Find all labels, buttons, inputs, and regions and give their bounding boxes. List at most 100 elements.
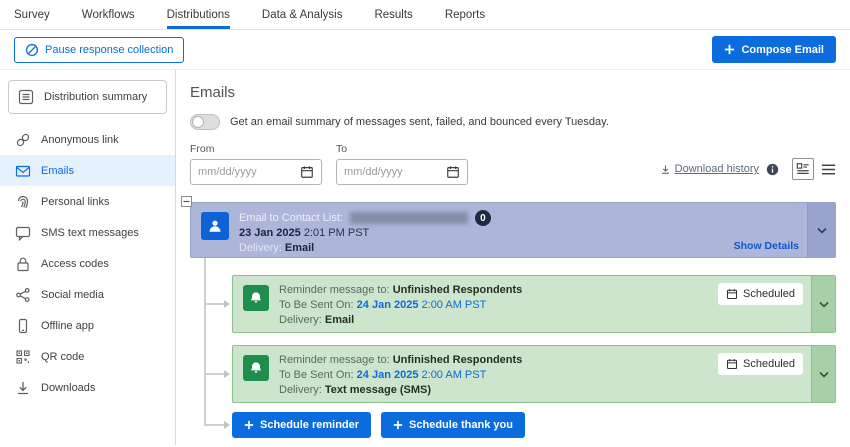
tree-branch-arrow <box>224 300 230 308</box>
sent-on-time: 2:00 AM PST <box>422 369 487 381</box>
detail-view-toggle[interactable] <box>792 158 814 180</box>
email-sent-date: 23 Jan 2025 <box>239 227 301 239</box>
tree-branch-line <box>204 424 225 426</box>
schedule-reminder-button[interactable]: Schedule reminder <box>232 412 371 438</box>
lock-icon <box>15 256 31 272</box>
sidebar-item-label: Social media <box>41 289 104 301</box>
tab-reports[interactable]: Reports <box>445 0 485 29</box>
delivery-label: Delivery: <box>239 242 282 254</box>
fingerprint-icon <box>15 194 31 210</box>
tab-data-analysis[interactable]: Data & Analysis <box>262 0 343 29</box>
speech-bubble-icon <box>15 225 31 241</box>
sidebar-item-access-codes[interactable]: Access codes <box>0 248 175 279</box>
sidebar-item-qr-code[interactable]: QR code <box>0 341 175 372</box>
delivery-value: Text message (SMS) <box>325 384 431 396</box>
pause-response-collection-button[interactable]: Pause response collection <box>14 37 184 63</box>
to-date-input[interactable] <box>344 166 446 178</box>
sidebar-item-label: Personal links <box>41 196 109 208</box>
toolbar: Pause response collection Compose Email <box>0 30 850 70</box>
sent-on-date: 24 Jan 2025 <box>357 369 419 381</box>
link-icon <box>15 132 31 148</box>
collapse-tree-icon[interactable] <box>181 196 192 210</box>
reminder-bell-icon <box>243 355 269 381</box>
calendar-icon <box>726 358 738 370</box>
email-card-parent[interactable]: Email to Contact List: 0 23 Jan 2025 2:0… <box>190 202 836 258</box>
sidebar-item-label: QR code <box>41 351 84 363</box>
reminder-to-label: Reminder message to: <box>279 354 390 366</box>
ban-icon <box>25 43 39 57</box>
reminder-to-label: Reminder message to: <box>279 284 390 296</box>
sidebar-item-sms[interactable]: SMS text messages <box>0 217 175 248</box>
count-badge: 0 <box>475 210 491 226</box>
sidebar-item-label: Offline app <box>41 320 94 332</box>
summary-icon <box>18 89 34 105</box>
sent-on-label: To Be Sent On: <box>279 369 354 381</box>
expand-card-chevron[interactable] <box>807 203 835 257</box>
expand-card-chevron[interactable] <box>811 276 835 332</box>
email-distribution-tree: Email to Contact List: 0 23 Jan 2025 2:0… <box>190 202 836 447</box>
email-summary-toggle[interactable] <box>190 114 220 130</box>
distributions-sidebar: Distribution summary Anonymous link Emai… <box>0 70 176 445</box>
tree-branch-line <box>204 303 225 305</box>
reminder-bell-icon <box>243 285 269 311</box>
sidebar-item-label: Distribution summary <box>44 91 147 103</box>
tab-results[interactable]: Results <box>374 0 412 29</box>
pause-button-label: Pause response collection <box>45 44 173 56</box>
expand-card-chevron[interactable] <box>811 346 835 402</box>
sidebar-item-offline-app[interactable]: Offline app <box>0 310 175 341</box>
sidebar-item-personal-links[interactable]: Personal links <box>0 186 175 217</box>
sidebar-item-distribution-summary[interactable]: Distribution summary <box>8 80 167 114</box>
list-view-toggle[interactable] <box>821 162 836 177</box>
reminder-card-email[interactable]: Reminder message to: Unfinished Responde… <box>232 275 836 333</box>
email-summary-toggle-label: Get an email summary of messages sent, f… <box>230 116 609 128</box>
sidebar-item-emails[interactable]: Emails <box>0 155 175 186</box>
to-date-field[interactable] <box>336 159 468 185</box>
tab-workflows[interactable]: Workflows <box>82 0 135 29</box>
contact-list-icon <box>201 212 229 240</box>
envelope-icon <box>15 163 31 179</box>
show-details-link[interactable]: Show Details <box>734 240 799 252</box>
to-calendar-button[interactable] <box>446 165 460 179</box>
compose-button-label: Compose Email <box>741 44 824 56</box>
download-history-link[interactable]: Download history <box>660 163 759 175</box>
mobile-icon <box>15 318 31 334</box>
sent-on-label: To Be Sent On: <box>279 299 354 311</box>
sidebar-item-social-media[interactable]: Social media <box>0 279 175 310</box>
calendar-icon <box>726 288 738 300</box>
tab-survey[interactable]: Survey <box>14 0 50 29</box>
redacted-contact-list-name <box>350 212 468 224</box>
tree-branch-arrow <box>224 370 230 378</box>
schedule-thank-you-button[interactable]: Schedule thank you <box>381 412 525 438</box>
info-icon[interactable] <box>766 163 779 176</box>
download-icon <box>15 380 31 396</box>
detail-view-icon <box>796 162 810 176</box>
from-date-label: From <box>190 143 322 155</box>
download-history-label: Download history <box>675 163 759 175</box>
sent-on-time: 2:00 AM PST <box>422 299 487 311</box>
email-to-label: Email to Contact List: <box>239 211 343 226</box>
compose-email-button[interactable]: Compose Email <box>712 36 836 63</box>
sidebar-item-label: Access codes <box>41 258 109 270</box>
from-calendar-button[interactable] <box>300 165 314 179</box>
delivery-label: Delivery: <box>279 314 322 326</box>
sidebar-item-label: SMS text messages <box>41 227 139 239</box>
sidebar-item-label: Emails <box>41 165 74 177</box>
from-date-field[interactable] <box>190 159 322 185</box>
schedule-reminder-label: Schedule reminder <box>260 419 359 431</box>
status-badge-label: Scheduled <box>743 358 795 370</box>
plus-icon <box>393 420 403 430</box>
status-badge-label: Scheduled <box>743 288 795 300</box>
to-date-label: To <box>336 143 468 155</box>
tab-distributions[interactable]: Distributions <box>167 0 230 29</box>
sidebar-item-anonymous-link[interactable]: Anonymous link <box>0 124 175 155</box>
sidebar-item-label: Downloads <box>41 382 95 394</box>
tree-connector-line <box>204 256 206 425</box>
tree-branch-arrow <box>224 421 230 429</box>
delivery-label: Delivery: <box>279 384 322 396</box>
from-date-input[interactable] <box>198 166 300 178</box>
sidebar-item-downloads[interactable]: Downloads <box>0 372 175 403</box>
top-navigation: Survey Workflows Distributions Data & An… <box>0 0 850 30</box>
plus-icon <box>244 420 254 430</box>
status-badge: Scheduled <box>718 353 803 375</box>
reminder-card-sms[interactable]: Reminder message to: Unfinished Responde… <box>232 345 836 403</box>
